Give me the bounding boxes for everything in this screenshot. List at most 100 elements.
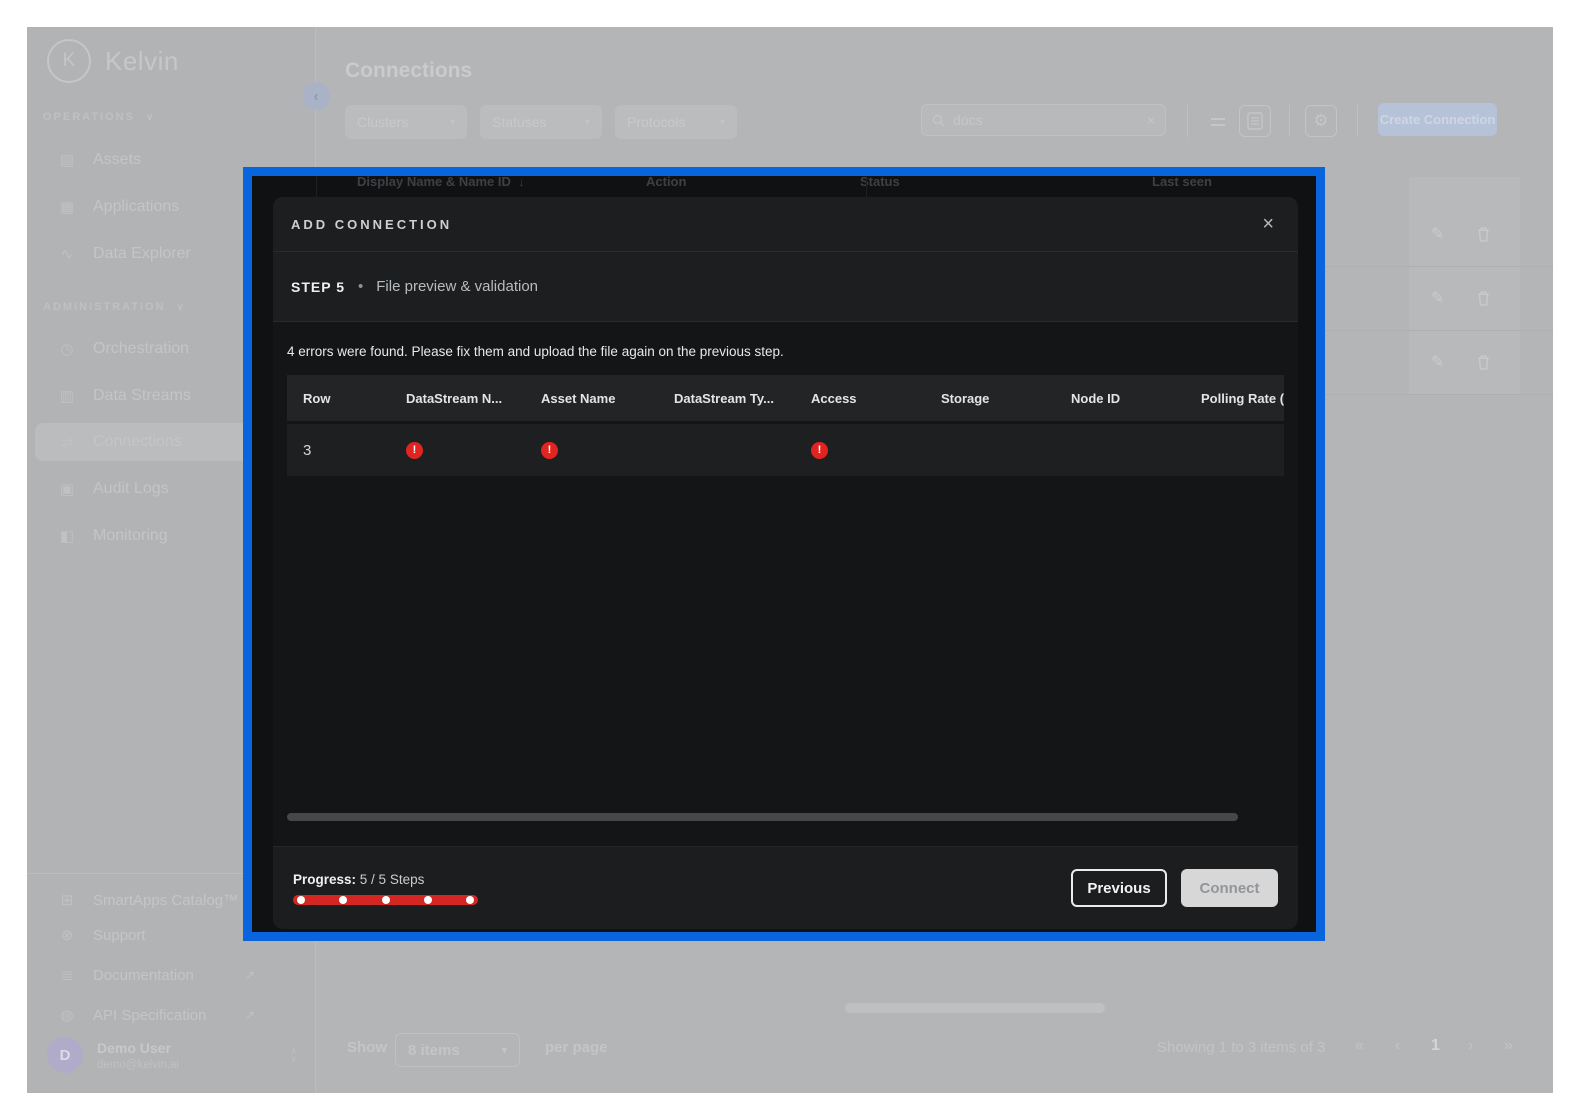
user-info: Demo User demo@kelvin.ai	[97, 1040, 179, 1071]
page-size-select[interactable]: 8 items ▾	[395, 1033, 520, 1067]
chevron-down-icon: ▾	[502, 1045, 507, 1056]
sidebar-item-label: Data Streams	[93, 387, 191, 405]
preview-table-header: Row DataStream N... Asset Name DataStrea…	[287, 375, 1284, 421]
pagination-first-icon[interactable]: «	[1355, 1037, 1364, 1055]
smartapps-catalog-icon: ⊞	[57, 891, 77, 909]
column-header-datastream-type: DataStream Ty...	[658, 391, 795, 406]
progress-dot	[297, 896, 305, 904]
external-link-icon: ↗	[245, 968, 255, 982]
edit-icon[interactable]: ✎	[1431, 224, 1444, 244]
table-settings-button[interactable]: ⚙	[1305, 105, 1337, 137]
close-icon[interactable]: ×	[1256, 213, 1280, 236]
pagination-current-page[interactable]: 1	[1431, 1037, 1440, 1055]
chevron-down-icon: ∨	[146, 112, 153, 123]
filter-label: Clusters	[357, 114, 408, 130]
kelvin-logo-icon: K	[47, 39, 91, 83]
bg-column-header-label: Display Name & Name ID	[357, 174, 511, 189]
connect-button[interactable]: Connect	[1181, 869, 1278, 907]
sidebar-item-documentation[interactable]: ≣ Documentation ↗	[35, 958, 307, 992]
search-value: docs	[953, 112, 1139, 128]
chevron-down-icon: ▾	[450, 117, 455, 128]
table-row: ✎	[1325, 204, 1553, 267]
modal-horizontal-scrollbar[interactable]	[287, 813, 1238, 821]
documentation-icon: ≣	[57, 966, 77, 984]
clear-search-icon[interactable]: ×	[1147, 112, 1155, 128]
clusters-filter[interactable]: Clusters ▾	[345, 105, 467, 139]
modal-header: ADD CONNECTION ×	[273, 197, 1298, 252]
brand-name: Kelvin	[105, 46, 179, 77]
sidebar-item-label: API Specification	[93, 1007, 206, 1024]
progress-dot	[424, 896, 432, 904]
toolbar-divider	[1357, 105, 1358, 137]
trash-icon[interactable]	[1477, 355, 1490, 375]
progress-dot	[339, 896, 347, 904]
step-description: File preview & validation	[376, 278, 538, 295]
pagination-last-icon[interactable]: »	[1504, 1037, 1513, 1055]
sidebar-divider	[27, 873, 247, 874]
compact-view-button[interactable]	[1205, 109, 1231, 135]
showing-items-label: Showing 1 to 3 items of 3	[1157, 1039, 1325, 1056]
detailed-view-button[interactable]	[1239, 105, 1271, 137]
previous-button[interactable]: Previous	[1071, 869, 1167, 907]
trash-icon[interactable]	[1477, 227, 1490, 247]
assets-icon: ▤	[57, 151, 77, 169]
pagination-next-icon[interactable]: ›	[1468, 1037, 1473, 1055]
user-menu[interactable]: D Demo User demo@kelvin.ai ∧ ∨	[35, 1027, 307, 1083]
progress-label: Progress:	[293, 872, 356, 887]
data-streams-icon: ▥	[57, 387, 77, 405]
edit-icon[interactable]: ✎	[1431, 288, 1444, 308]
progress-bar	[293, 895, 478, 905]
table-row: 3 ! ! !	[287, 424, 1284, 476]
column-header-asset-name: Asset Name	[525, 391, 658, 406]
bg-horizontal-scrollbar[interactable]	[845, 1003, 1105, 1013]
pagination-prev-icon[interactable]: ‹	[1395, 1037, 1400, 1055]
column-header-access: Access	[795, 391, 925, 406]
section-administration[interactable]: ADMINISTRATION ∨	[43, 301, 184, 313]
create-connection-button[interactable]: Create Connection	[1378, 103, 1497, 136]
bg-column-divider	[316, 176, 317, 197]
table-row: ✎	[1325, 332, 1553, 395]
modal-footer: Progress: 5 / 5 Steps Previous Connect	[273, 846, 1298, 929]
user-switch-icon[interactable]: ∧ ∨	[290, 1047, 297, 1063]
trash-icon[interactable]	[1477, 291, 1490, 311]
bullet-icon: •	[358, 278, 363, 295]
section-operations[interactable]: OPERATIONS ∨	[43, 111, 153, 123]
protocols-filter[interactable]: Protocols ▾	[615, 105, 737, 139]
progress-value: 5 / 5 Steps	[360, 872, 425, 887]
brand: K Kelvin	[47, 39, 179, 83]
datastream-name-cell: !	[390, 442, 525, 459]
filter-label: Protocols	[627, 114, 685, 130]
statuses-filter[interactable]: Statuses ▾	[480, 105, 602, 139]
progress-text: Progress: 5 / 5 Steps	[293, 872, 478, 887]
edit-icon[interactable]: ✎	[1431, 352, 1444, 372]
data-explorer-icon: ∿	[57, 245, 77, 263]
modal-highlight-region: Display Name & Name ID ↓ Action Status L…	[243, 167, 1325, 941]
support-icon: ⊗	[57, 926, 77, 944]
user-email: demo@kelvin.ai	[97, 1059, 179, 1071]
error-icon: !	[541, 442, 558, 459]
user-name: Demo User	[97, 1040, 179, 1056]
chevron-down-icon: ▾	[720, 117, 725, 128]
chevron-down-icon: ∨	[177, 302, 184, 313]
list-view-icon	[1247, 112, 1263, 130]
monitoring-icon: ◧	[57, 527, 77, 545]
sidebar-collapse-button[interactable]: ‹	[302, 82, 330, 110]
search-input[interactable]: docs ×	[921, 104, 1166, 136]
step-bar: STEP 5 • File preview & validation	[273, 252, 1298, 322]
sort-icon: ↓	[519, 175, 525, 189]
progress-dot	[382, 896, 390, 904]
sidebar-item-label: Connections	[93, 433, 182, 451]
orchestration-icon: ◷	[57, 340, 77, 358]
rows-view-icon	[1210, 116, 1226, 128]
bg-column-divider	[866, 176, 867, 197]
chevron-left-icon: ‹	[314, 88, 319, 105]
sidebar-item-label: Support	[93, 927, 146, 944]
error-icon: !	[811, 442, 828, 459]
api-specification-icon: ◍	[57, 1006, 77, 1024]
bg-column-header: Last seen	[1152, 174, 1212, 189]
table-row: ✎	[1325, 268, 1553, 331]
toolbar-divider	[1289, 105, 1290, 137]
search-icon	[932, 114, 945, 127]
audit-logs-icon: ▣	[57, 480, 77, 498]
sidebar-item-label: SmartApps Catalog™	[93, 892, 238, 909]
